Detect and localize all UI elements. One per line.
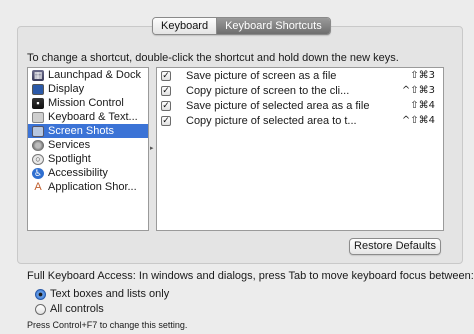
mission-control-icon: ▪ (32, 97, 44, 109)
full-keyboard-access-label: Full Keyboard Access: In windows and dia… (27, 270, 474, 282)
category-label: Application Shor... (48, 181, 137, 193)
category-label: Mission Control (48, 97, 124, 109)
radio-label: All controls (50, 303, 104, 315)
shortcut-list[interactable]: ✓ Save picture of screen as a file ⇧⌘3 ✓… (156, 67, 444, 231)
spotlight-icon: ○ (32, 153, 44, 165)
shortcut-keys[interactable]: ⇧⌘3 (410, 70, 435, 81)
category-item-keyboard-text[interactable]: Keyboard & Text... (28, 110, 148, 124)
radio-button[interactable] (35, 303, 46, 315)
category-item-display[interactable]: Display (28, 82, 148, 96)
tab-keyboard-shortcuts[interactable]: Keyboard Shortcuts (216, 18, 330, 34)
hint-text: Press Control+F7 to change this setting. (27, 320, 188, 330)
tab-bar: Keyboard Keyboard Shortcuts (152, 17, 331, 35)
category-label: Keyboard & Text... (48, 111, 138, 123)
shortcut-row[interactable]: ✓ Copy picture of selected area to t... … (157, 113, 443, 128)
radio-all-controls[interactable]: All controls (35, 303, 104, 315)
chevron-right-icon: ▸ (150, 145, 154, 152)
shortcut-label: Copy picture of screen to the cli... (186, 84, 350, 97)
gear-icon (32, 139, 44, 151)
shortcut-checkbox[interactable]: ✓ (161, 70, 171, 81)
shortcut-checkbox[interactable]: ✓ (161, 100, 171, 111)
launchpad-icon: ▦ (32, 69, 44, 81)
shortcut-checkbox[interactable]: ✓ (161, 85, 171, 96)
instruction-text: To change a shortcut, double-click the s… (27, 52, 399, 64)
display-icon (32, 83, 44, 95)
category-item-mission-control[interactable]: ▪ Mission Control (28, 96, 148, 110)
category-label: Services (48, 139, 91, 151)
category-item-launchpad-dock[interactable]: ▦ Launchpad & Dock (28, 68, 148, 82)
category-item-accessibility[interactable]: ♿ Accessibility (28, 166, 148, 180)
tab-keyboard[interactable]: Keyboard (153, 18, 217, 34)
accessibility-icon: ♿ (32, 167, 44, 179)
category-label: Launchpad & Dock (48, 69, 141, 81)
category-item-application-shortcuts[interactable]: A Application Shor... (28, 180, 148, 194)
category-label: Spotlight (48, 153, 91, 165)
radio-button-selected[interactable] (35, 288, 46, 300)
category-label: Display (48, 83, 85, 95)
shortcut-row[interactable]: ✓ Save picture of selected area as a fil… (157, 98, 443, 113)
radio-text-boxes-and-lists[interactable]: Text boxes and lists only (35, 288, 169, 300)
shortcut-row[interactable]: ✓ Save picture of screen as a file ⇧⌘3 (157, 68, 443, 83)
restore-defaults-button[interactable]: Restore Defaults (349, 238, 441, 255)
category-list[interactable]: ▦ Launchpad & Dock Display ▪ Mission Con… (27, 67, 149, 231)
shortcut-checkbox[interactable]: ✓ (161, 115, 171, 126)
shortcut-label: Save picture of selected area as a file (186, 99, 370, 112)
category-item-spotlight[interactable]: ○ Spotlight (28, 152, 148, 166)
category-label: Screen Shots (48, 125, 115, 137)
category-item-screen-shots[interactable]: Screen Shots (28, 124, 148, 138)
screenshot-icon (32, 125, 44, 137)
shortcut-row[interactable]: ✓ Copy picture of screen to the cli... ^… (157, 83, 443, 98)
category-item-services[interactable]: Services (28, 138, 148, 152)
shortcut-keys[interactable]: ⇧⌘4 (410, 100, 435, 111)
shortcut-keys[interactable]: ^⇧⌘4 (402, 115, 435, 126)
radio-label: Text boxes and lists only (50, 288, 170, 300)
application-icon: A (34, 180, 42, 193)
shortcut-label: Copy picture of selected area to t... (186, 114, 357, 127)
shortcut-keys[interactable]: ^⇧⌘3 (402, 85, 435, 96)
keyboard-icon (32, 111, 44, 123)
category-label: Accessibility (48, 167, 108, 179)
shortcut-label: Save picture of screen as a file (186, 69, 337, 82)
